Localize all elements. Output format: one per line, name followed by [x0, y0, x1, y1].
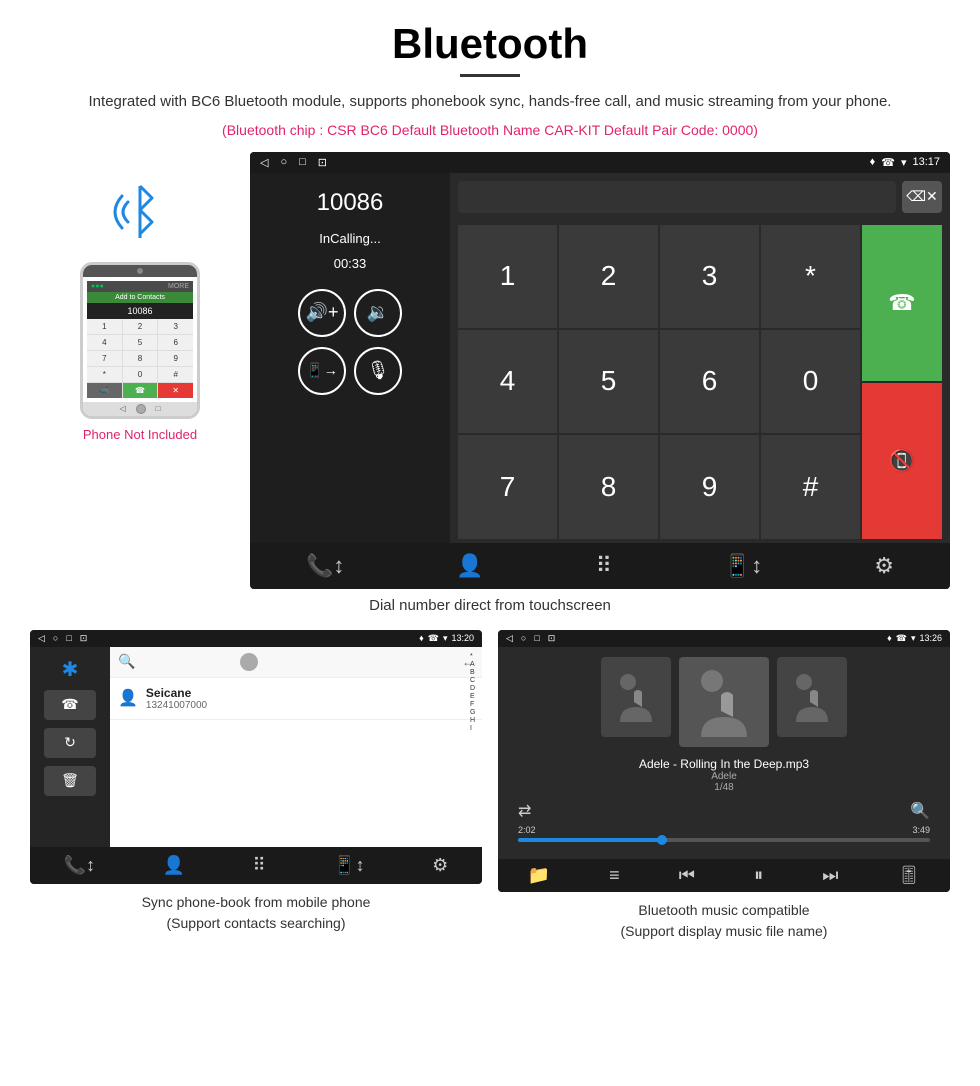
pb-nav-settings[interactable]: ⚙	[432, 855, 448, 876]
key-6[interactable]: 6	[660, 330, 759, 433]
pb-nav-dialpad[interactable]: ⠿	[253, 855, 266, 876]
music-nav-folder[interactable]: 📁	[528, 865, 550, 886]
call-timer: 00:33	[266, 256, 434, 271]
music-nav-play[interactable]: ⏸	[754, 865, 763, 886]
key-3[interactable]: 3	[660, 225, 759, 328]
nav-home-icon: ○	[280, 156, 287, 169]
pb-search-icon: 🔍	[118, 653, 135, 670]
music-nav-list[interactable]: ≡	[609, 865, 620, 886]
music-nav-eq[interactable]: 🎚	[898, 865, 921, 886]
key-7[interactable]: 7	[458, 435, 557, 538]
music-counter: 1/48	[508, 782, 940, 793]
music-caption: Bluetooth music compatible (Support disp…	[621, 900, 828, 942]
location-icon: ♦	[870, 156, 876, 168]
transfer-btn[interactable]: 📱→	[298, 347, 346, 395]
shuffle-icon[interactable]: ⇄	[518, 801, 531, 821]
pb-status-time: 13:20	[451, 633, 474, 643]
nav-contacts-icon[interactable]: 👤	[456, 553, 483, 579]
music-progress-bar[interactable]	[518, 838, 930, 842]
bluetooth-icon	[100, 172, 180, 252]
key-5[interactable]: 5	[559, 330, 658, 433]
phone-device: ●●● MORE Add to Contacts 10086 1 2 3 4 5…	[80, 262, 200, 419]
music-screen: ◁○□⊡ ♦☎▾ 13:26	[498, 630, 950, 892]
dial-input-field[interactable]	[458, 181, 896, 213]
key-4[interactable]: 4	[458, 330, 557, 433]
nav-call-icon[interactable]: 📞↕	[306, 553, 344, 579]
key-9[interactable]: 9	[660, 435, 759, 538]
key-star[interactable]: *	[761, 225, 860, 328]
call-accept-btn[interactable]: ☎	[862, 225, 942, 381]
nav-recent-icon: □	[299, 156, 306, 169]
nav-menu-icon: ⊡	[318, 156, 327, 169]
pb-contact-number: 13241007000	[146, 700, 207, 711]
title-divider	[460, 74, 520, 77]
music-nav-prev[interactable]: ⏮	[679, 865, 695, 886]
nav-back-icon: ◁	[260, 156, 268, 169]
key-0[interactable]: 0	[761, 330, 860, 433]
pb-bluetooth-icon: ✱	[62, 657, 79, 682]
nav-transfer-icon[interactable]: 📱↕	[724, 553, 762, 579]
mute-btn[interactable]: 🎙	[354, 347, 402, 395]
nav-dialpad-icon[interactable]: ⠿	[596, 553, 612, 579]
pb-contact-avatar-icon: 👤	[118, 688, 138, 708]
key-8[interactable]: 8	[559, 435, 658, 538]
music-artist: Adele	[508, 771, 940, 782]
volume-down-btn[interactable]: 🔉	[354, 289, 402, 337]
music-song-title: Adele - Rolling In the Deep.mp3	[508, 757, 940, 771]
pb-nav-call[interactable]: 📞↕	[64, 855, 95, 876]
music-nav-next[interactable]: ⏭	[822, 865, 838, 886]
album-left	[601, 657, 671, 737]
call-status: InCalling...	[266, 231, 434, 246]
key-2[interactable]: 2	[559, 225, 658, 328]
call-end-btn[interactable]: 📵	[862, 383, 942, 539]
volume-up-btn[interactable]: 🔊+	[298, 289, 346, 337]
phone-not-included-label: Phone Not Included	[83, 427, 197, 442]
description-text: Integrated with BC6 Bluetooth module, su…	[30, 91, 950, 114]
pb-contact-name: Seicane	[146, 686, 207, 700]
call-icon: ☎	[881, 156, 895, 169]
page-title: Bluetooth	[30, 20, 950, 68]
phonebook-caption: Sync phone-book from mobile phone (Suppo…	[142, 892, 371, 934]
backspace-btn[interactable]: ⌫✕	[902, 181, 942, 213]
nav-settings-icon[interactable]: ⚙	[874, 553, 894, 579]
music-time-total: 3:49	[912, 825, 930, 835]
main-caption: Dial number direct from touchscreen	[30, 597, 950, 614]
pb-sync-btn[interactable]: ↻	[44, 728, 96, 758]
music-search-icon[interactable]: 🔍	[910, 801, 930, 821]
music-time-current: 2:02	[518, 825, 536, 835]
music-status-time: 13:26	[919, 633, 942, 643]
dialer-number: 10086	[266, 189, 434, 217]
pb-nav-contacts[interactable]: 👤	[163, 855, 185, 876]
album-right	[777, 657, 847, 737]
pb-call-btn[interactable]: ☎	[44, 690, 96, 720]
key-hash[interactable]: #	[761, 435, 860, 538]
specs-line: (Bluetooth chip : CSR BC6 Default Blueto…	[30, 122, 950, 138]
signal-icon: ▾	[901, 156, 907, 169]
key-1[interactable]: 1	[458, 225, 557, 328]
phonebook-screen: ◁○□⊡ ♦☎▾ 13:20 ✱ ☎ ↻ 🗑	[30, 630, 482, 884]
car-dialer-screen: ◁ ○ □ ⊡ ♦ ☎ ▾ 13:17 10086 InCalling...	[250, 152, 950, 589]
pb-delete-btn[interactable]: 🗑	[44, 766, 96, 796]
status-time: 13:17	[912, 156, 940, 168]
pb-nav-transfer[interactable]: 📱↕	[333, 855, 364, 876]
pb-search-dot	[240, 653, 258, 671]
album-center	[679, 657, 769, 747]
